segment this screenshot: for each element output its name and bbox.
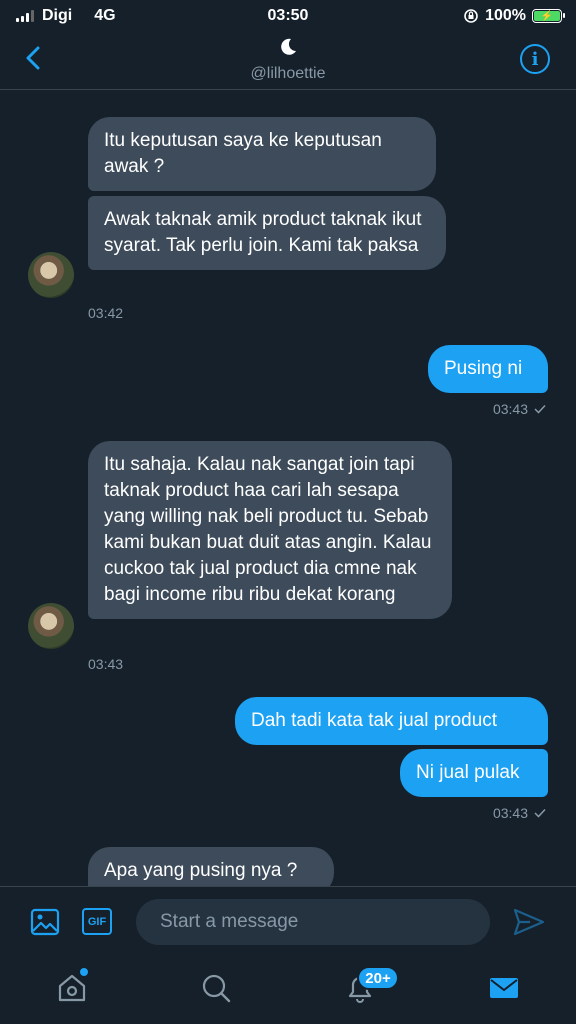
message-incoming[interactable]: Itu sahaja. Kalau nak sangat join tapi t… xyxy=(88,441,452,619)
signal-icon xyxy=(16,10,34,22)
message-timestamp-row: 03:43 xyxy=(493,401,546,417)
status-right: 100% ⚡ xyxy=(463,7,565,25)
mail-icon[interactable] xyxy=(488,972,520,1004)
moon-icon xyxy=(281,38,296,55)
message-timestamp: 03:42 xyxy=(88,305,124,321)
network-label: 4G xyxy=(94,7,116,24)
avatar[interactable] xyxy=(28,252,74,298)
message-incoming[interactable]: Awak taknak amik product taknak ikut sya… xyxy=(88,196,446,270)
message-timestamp: 03:43 xyxy=(492,805,528,821)
message-timestamp: 03:43 xyxy=(492,401,528,417)
conversation-title[interactable]: @lilhoettie xyxy=(0,36,576,83)
home-unread-dot xyxy=(80,968,88,976)
message-outgoing[interactable]: Pusing ni xyxy=(428,345,548,393)
carrier-label: Digi xyxy=(42,7,73,24)
message-outgoing[interactable]: Dah tadi kata tak jual product xyxy=(235,697,548,745)
checkmark-icon xyxy=(534,808,546,818)
message-timestamp: 03:43 xyxy=(88,656,124,672)
checkmark-icon xyxy=(534,404,546,414)
message-input[interactable] xyxy=(136,899,490,945)
tab-bar: 20+ xyxy=(0,958,576,1024)
message-incoming[interactable]: Itu keputusan saya ke keputusan awak ? xyxy=(88,117,436,191)
message-outgoing[interactable]: Ni jual pulak xyxy=(400,749,548,797)
info-icon[interactable]: i xyxy=(520,44,550,74)
home-icon[interactable] xyxy=(56,972,88,1004)
avatar[interactable] xyxy=(28,603,74,649)
message-list[interactable]: Itu keputusan saya ke keputusan awak ? A… xyxy=(0,91,576,886)
image-icon[interactable] xyxy=(30,907,60,937)
conversation-header: @lilhoettie i xyxy=(0,32,576,90)
orientation-lock-icon xyxy=(464,9,478,23)
message-timestamp-row: 03:43 xyxy=(493,805,546,821)
battery-percent: 100% xyxy=(485,7,526,24)
notification-badge: 20+ xyxy=(357,966,399,990)
message-incoming[interactable]: Apa yang pusing nya ? xyxy=(88,847,334,886)
send-icon[interactable] xyxy=(512,907,546,937)
gif-button[interactable]: GIF xyxy=(82,908,112,935)
search-icon[interactable] xyxy=(200,972,232,1004)
status-bar: Digi 4G 03:50 100% ⚡ xyxy=(0,0,576,32)
user-handle: @lilhoettie xyxy=(250,65,326,82)
status-left: Digi 4G xyxy=(16,7,116,25)
battery-icon: ⚡ xyxy=(532,9,565,23)
message-composer: GIF xyxy=(0,886,576,958)
